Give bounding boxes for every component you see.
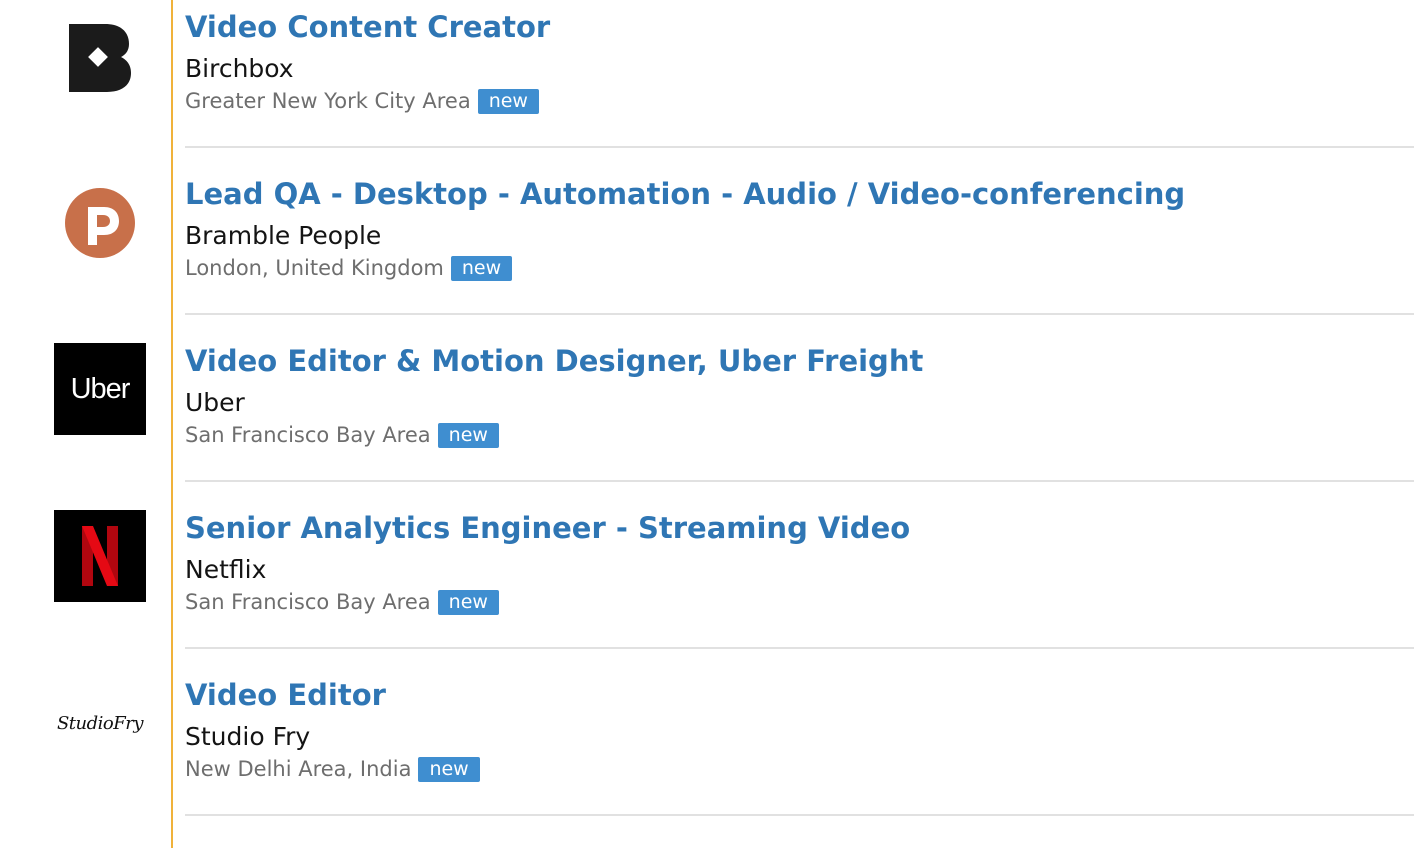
row-separator xyxy=(185,146,1414,148)
studio-fry-logo: StudioFry xyxy=(54,698,146,748)
job-list-page: Video Content Creator Birchbox Greater N… xyxy=(0,0,1414,848)
job-list-item[interactable]: Video Content Creator Birchbox Greater N… xyxy=(0,0,1414,167)
birchbox-logo xyxy=(67,22,133,92)
company-name: Netflix xyxy=(185,555,267,584)
location-row: San Francisco Bay Area new xyxy=(185,422,499,449)
location-row: San Francisco Bay Area new xyxy=(185,589,499,616)
new-badge: new xyxy=(477,89,539,114)
uber-logo-text: Uber xyxy=(70,372,131,405)
company-name: Birchbox xyxy=(185,54,294,83)
job-list-item[interactable]: Lead QA - Desktop - Automation - Audio /… xyxy=(0,167,1414,334)
company-name: Uber xyxy=(185,388,245,417)
company-name: Studio Fry xyxy=(185,722,311,751)
job-location: London, United Kingdom xyxy=(185,256,444,280)
row-separator xyxy=(185,814,1414,816)
job-title-link[interactable]: Video Content Creator xyxy=(185,9,550,45)
job-list-item[interactable]: Uber Video Editor & Motion Designer, Ube… xyxy=(0,334,1414,501)
job-title-link[interactable]: Video Editor xyxy=(185,677,386,713)
bramble-people-logo xyxy=(64,187,136,259)
row-separator xyxy=(185,647,1414,649)
location-row: New Delhi Area, India new xyxy=(185,756,480,783)
job-location: Greater New York City Area xyxy=(185,89,471,113)
studio-fry-logo-text: StudioFry xyxy=(56,712,144,734)
job-title-link[interactable]: Lead QA - Desktop - Automation - Audio /… xyxy=(185,176,1185,212)
netflix-logo xyxy=(54,510,146,602)
location-row: Greater New York City Area new xyxy=(185,88,539,115)
job-list-item[interactable]: StudioFry Video Editor Studio Fry New De… xyxy=(0,668,1414,835)
row-separator xyxy=(185,313,1414,315)
job-title-link[interactable]: Senior Analytics Engineer - Streaming Vi… xyxy=(185,510,910,546)
job-title-link[interactable]: Video Editor & Motion Designer, Uber Fre… xyxy=(185,343,923,379)
new-badge: new xyxy=(418,757,480,782)
new-badge: new xyxy=(450,256,513,281)
job-location: San Francisco Bay Area xyxy=(185,423,431,447)
new-badge: new xyxy=(437,423,499,448)
company-name: Bramble People xyxy=(185,221,382,250)
location-row: London, United Kingdom new xyxy=(185,255,513,282)
job-location: New Delhi Area, India xyxy=(185,757,412,781)
job-location: San Francisco Bay Area xyxy=(185,590,431,614)
row-separator xyxy=(185,480,1414,482)
new-badge: new xyxy=(437,590,499,615)
uber-logo: Uber xyxy=(54,343,146,435)
job-list-item[interactable]: Senior Analytics Engineer - Streaming Vi… xyxy=(0,501,1414,668)
